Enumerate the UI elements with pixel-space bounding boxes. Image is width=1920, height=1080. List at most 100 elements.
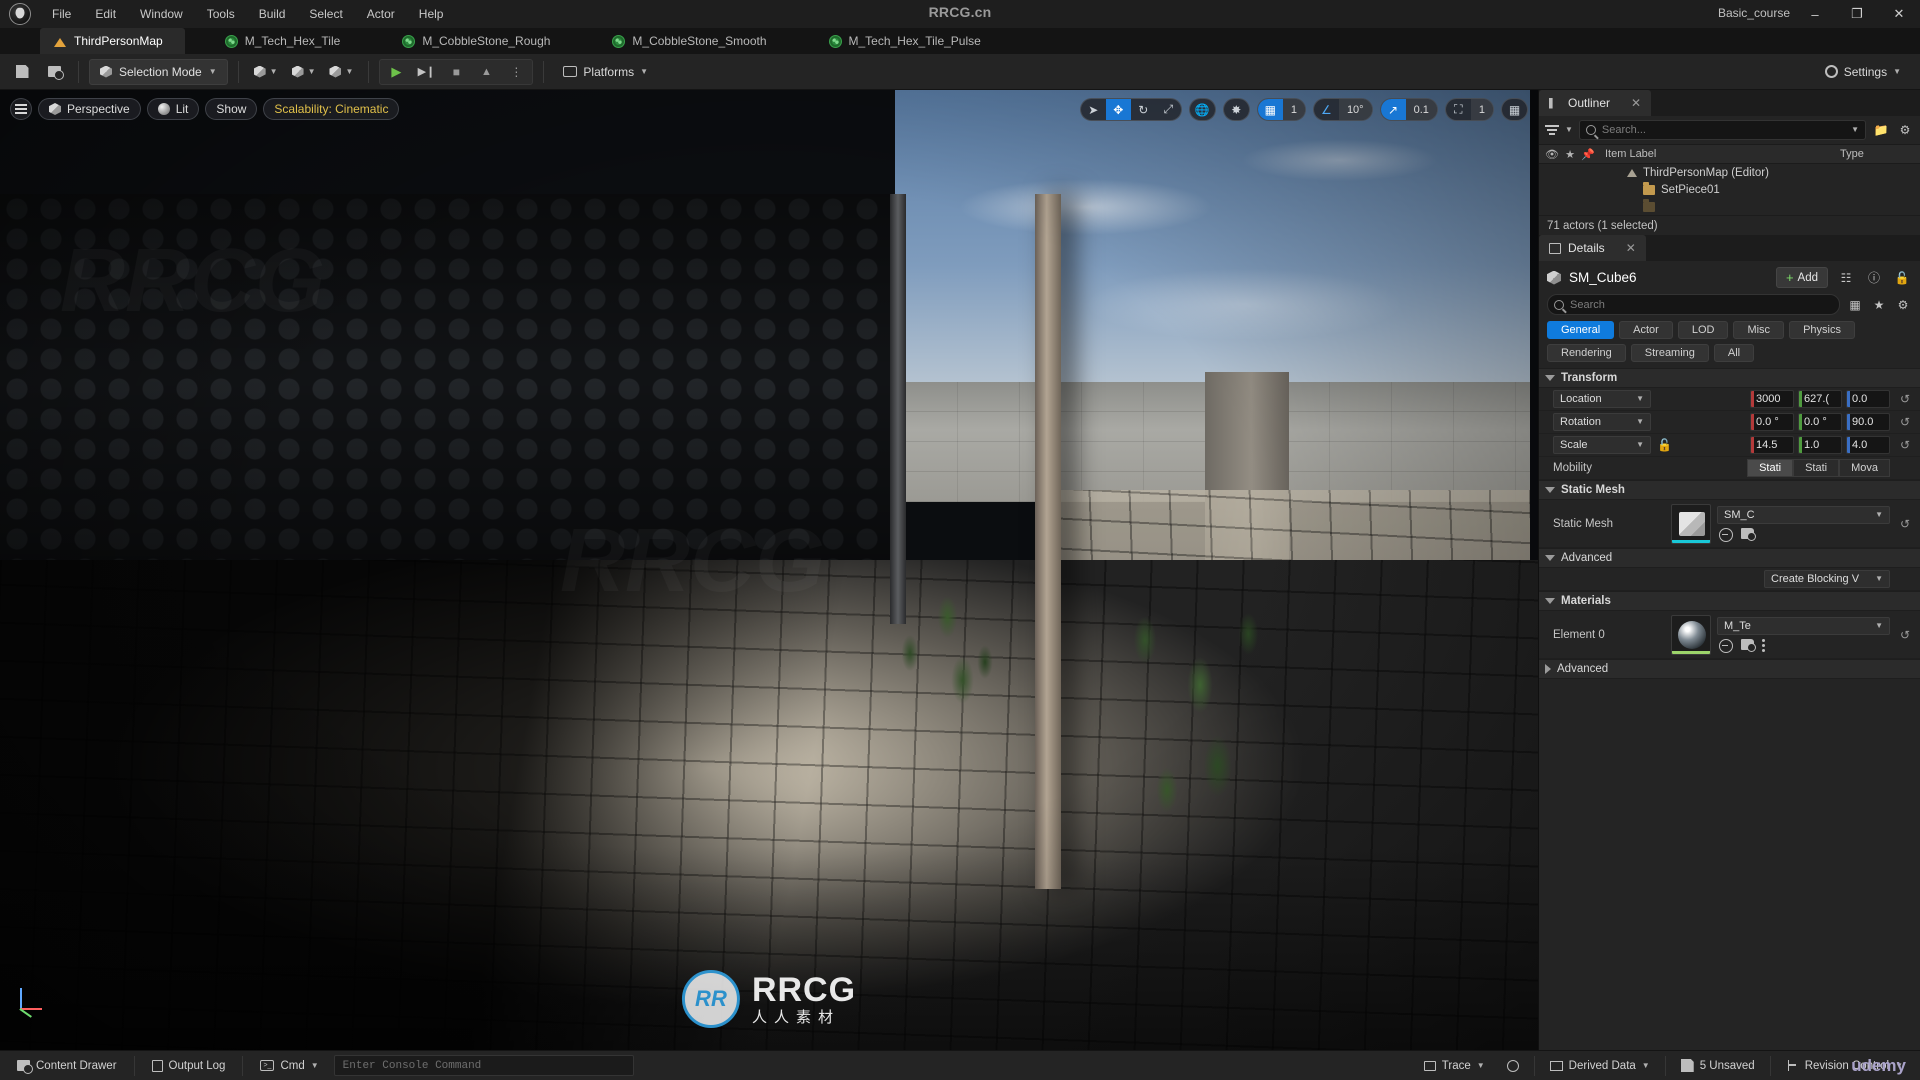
filter-tab-physics[interactable]: Physics <box>1789 321 1855 339</box>
outliner-row-map[interactable]: ThirdPersonMap (Editor) <box>1539 164 1920 181</box>
tab-m-tech-hex-tile[interactable]: M_Tech_Hex_Tile <box>211 28 363 54</box>
angle-snap-value[interactable]: 10° <box>1338 99 1372 120</box>
revision-control-button[interactable]: Revision Control ▼ <box>1777 1055 1912 1077</box>
menu-window[interactable]: Window <box>128 1 195 27</box>
more-options-icon[interactable] <box>1762 638 1765 653</box>
save-button[interactable] <box>8 59 36 85</box>
help-icon[interactable]: ⓘ <box>1864 268 1884 288</box>
angle-snap-icon[interactable]: ∠ <box>1314 99 1339 120</box>
scale-x-input[interactable]: 14.5 <box>1750 436 1794 454</box>
tab-details[interactable]: Details ✕ <box>1539 235 1646 261</box>
selection-mode-dropdown[interactable]: Selection Mode ▼ <box>89 58 228 85</box>
create-blocking-volume-dropdown[interactable]: Create Blocking V ▼ <box>1764 570 1890 588</box>
filter-tab-general[interactable]: General <box>1547 321 1615 339</box>
scale-tool-button[interactable]: ⤢ <box>1156 99 1181 120</box>
viewport-menu-button[interactable] <box>10 98 32 120</box>
material-asset-dropdown[interactable]: M_Te ▼ <box>1717 616 1890 635</box>
angle-snap-control[interactable]: ∠ 10° <box>1312 98 1373 121</box>
location-z-input[interactable]: 0.0 <box>1846 390 1890 408</box>
add-component-button[interactable]: + Add <box>1775 267 1828 288</box>
location-x-input[interactable]: 3000 <box>1750 390 1794 408</box>
stop-button[interactable]: ■ <box>442 61 470 83</box>
tab-m-cobblestone-rough[interactable]: M_CobbleStone_Rough <box>388 28 572 54</box>
favorite-icon[interactable]: ★ <box>1561 148 1579 161</box>
scale-snap-value[interactable]: 0.1 <box>1405 99 1437 120</box>
filter-tab-misc[interactable]: Misc <box>1733 321 1785 339</box>
tab-m-cobblestone-smooth[interactable]: M_CobbleStone_Smooth <box>598 28 788 54</box>
console-command-input[interactable]: Enter Console Command <box>333 1055 634 1076</box>
settings-button[interactable]: Settings ▼ <box>1816 59 1910 85</box>
scale-snap-control[interactable]: ↗ 0.1 <box>1379 98 1438 121</box>
tab-thirdpersonmap[interactable]: ThirdPersonMap <box>40 28 185 54</box>
outliner-row-setpiece[interactable]: SetPiece01 <box>1539 181 1920 198</box>
viewport-view-mode-button[interactable]: Lit <box>146 98 200 120</box>
use-selected-asset-icon[interactable] <box>1719 527 1733 542</box>
material-reset-icon[interactable]: ↺ <box>1896 628 1914 642</box>
output-log-button[interactable]: Output Log <box>143 1055 235 1077</box>
world-globe-icon[interactable]: 🌐 <box>1190 99 1215 120</box>
rotation-y-input[interactable]: 0.0 ° <box>1798 413 1842 431</box>
section-static-mesh-header[interactable]: Static Mesh <box>1539 480 1920 500</box>
grid-snap-icon[interactable]: ▦ <box>1257 99 1283 120</box>
level-viewport[interactable]: RRCG RRCG Perspective L <box>0 90 1538 1050</box>
use-selected-asset-icon[interactable] <box>1719 638 1733 653</box>
add-actor-button[interactable]: ▼ <box>249 59 283 85</box>
close-button[interactable]: ✕ <box>1878 0 1920 28</box>
filter-icon[interactable] <box>1545 124 1559 136</box>
chevron-down-icon[interactable]: ▼ <box>1851 126 1859 134</box>
coordinate-system-button[interactable]: 🌐 <box>1188 98 1216 121</box>
menu-build[interactable]: Build <box>247 1 298 27</box>
blueprints-button[interactable]: ▼ <box>287 59 321 85</box>
performance-button[interactable] <box>1498 1055 1528 1077</box>
tab-m-tech-hex-tile-pulse[interactable]: M_Tech_Hex_Tile_Pulse <box>815 28 1003 54</box>
maximize-button[interactable]: ❐ <box>1836 0 1878 28</box>
menu-select[interactable]: Select <box>297 1 354 27</box>
menu-file[interactable]: File <box>40 1 83 27</box>
static-mesh-asset-dropdown[interactable]: SM_C ▼ <box>1717 505 1890 524</box>
cmd-dropdown[interactable]: >_ Cmd ▼ <box>251 1055 327 1077</box>
tab-outliner[interactable]: Outliner ✕ <box>1539 90 1652 116</box>
blueprint-edit-icon[interactable]: ☷ <box>1836 268 1856 288</box>
surface-snap-button[interactable]: ✸ <box>1222 98 1250 121</box>
mobility-stationary-button[interactable]: Stati <box>1793 459 1840 477</box>
outliner-settings-icon[interactable]: ⚙ <box>1896 121 1914 139</box>
browse-asset-icon[interactable] <box>1741 527 1756 541</box>
close-icon[interactable]: ✕ <box>1631 96 1641 110</box>
play-options-button[interactable]: ⋮ <box>502 61 530 83</box>
static-mesh-reset-icon[interactable]: ↺ <box>1896 517 1914 531</box>
scale-reset-icon[interactable]: ↺ <box>1896 438 1914 452</box>
viewport-scalability-button[interactable]: Scalability: Cinematic <box>263 98 400 120</box>
camera-speed-value[interactable]: 1 <box>1470 99 1493 120</box>
chevron-down-icon[interactable]: ▼ <box>1565 126 1573 134</box>
details-settings-icon[interactable]: ⚙ <box>1894 296 1912 314</box>
trace-button[interactable]: Trace ▼ <box>1415 1055 1494 1077</box>
lock-icon[interactable]: 🔓 <box>1892 268 1912 288</box>
platforms-button[interactable]: Platforms ▼ <box>554 59 657 85</box>
viewport-layout-button[interactable]: ▦ <box>1501 98 1528 121</box>
scale-dropdown[interactable]: Scale ▼ <box>1553 436 1651 454</box>
scale-z-input[interactable]: 4.0 <box>1846 436 1890 454</box>
filter-tab-rendering[interactable]: Rendering <box>1547 344 1626 362</box>
rotation-z-input[interactable]: 90.0 <box>1846 413 1890 431</box>
section-static-mesh-advanced-header[interactable]: Advanced <box>1539 548 1920 568</box>
section-transform-header[interactable]: Transform <box>1539 368 1920 388</box>
browse-content-button[interactable] <box>40 59 68 85</box>
unsaved-button[interactable]: 5 Unsaved <box>1672 1055 1764 1077</box>
rotate-tool-button[interactable]: ↻ <box>1131 99 1156 120</box>
column-view-icon[interactable]: ▦ <box>1846 296 1864 314</box>
material-thumbnail[interactable] <box>1671 614 1711 655</box>
surface-snap-icon[interactable]: ✸ <box>1224 99 1249 120</box>
step-button[interactable]: ▶❙ <box>412 61 440 83</box>
filter-tab-actor[interactable]: Actor <box>1619 321 1673 339</box>
rotation-dropdown[interactable]: Rotation ▼ <box>1553 413 1651 431</box>
filter-tab-streaming[interactable]: Streaming <box>1630 344 1709 362</box>
location-y-input[interactable]: 627.( <box>1798 390 1842 408</box>
filter-tab-all[interactable]: All <box>1713 344 1755 362</box>
menu-help[interactable]: Help <box>407 1 456 27</box>
select-tool-button[interactable]: ➤ <box>1081 99 1106 120</box>
camera-icon[interactable]: ⛶ <box>1446 99 1471 120</box>
menu-edit[interactable]: Edit <box>83 1 128 27</box>
section-materials-advanced-header[interactable]: Advanced <box>1539 659 1920 679</box>
menu-tools[interactable]: Tools <box>195 1 247 27</box>
scale-y-input[interactable]: 1.0 <box>1798 436 1842 454</box>
